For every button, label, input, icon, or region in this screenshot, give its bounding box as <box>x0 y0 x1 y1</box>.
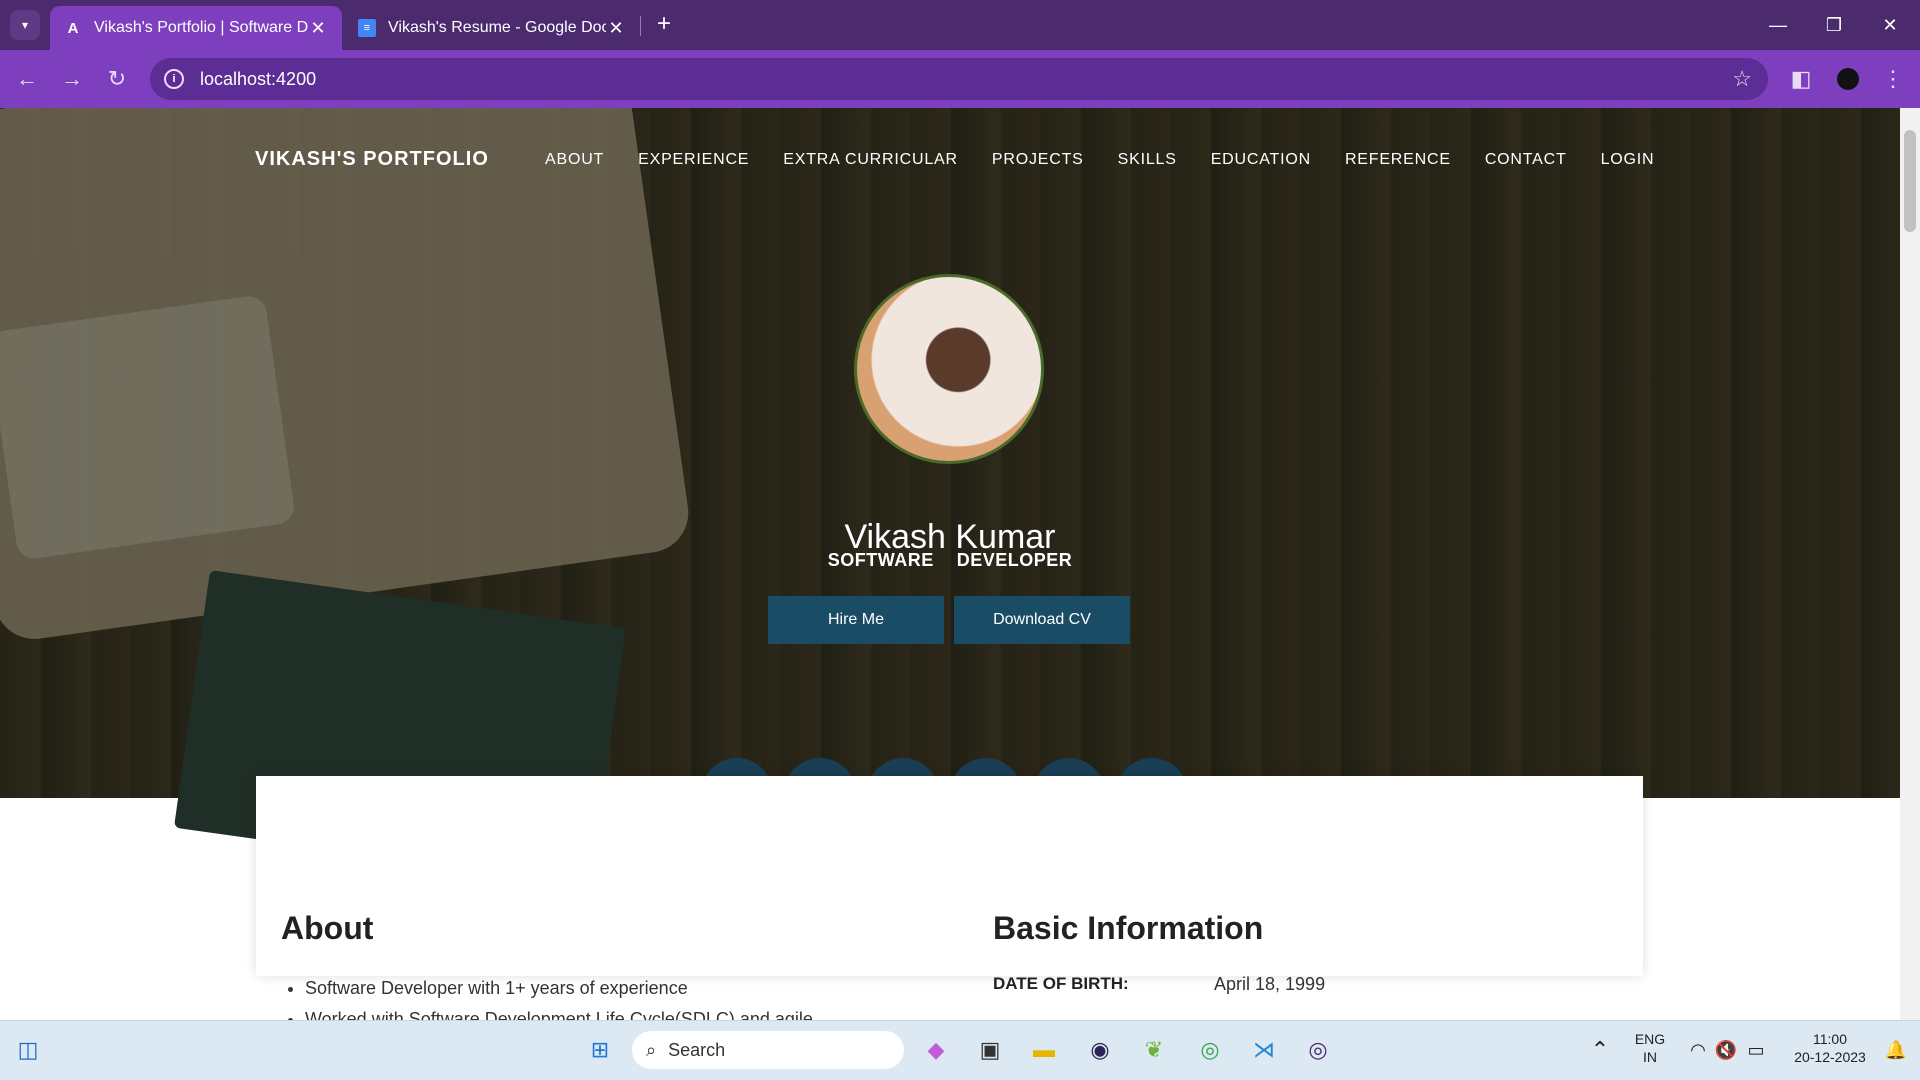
profile-avatar[interactable] <box>1831 62 1865 96</box>
notification-bell-icon[interactable]: 🔔 <box>1878 1032 1914 1068</box>
docs-icon: ≡ <box>358 19 376 37</box>
close-tab-icon[interactable]: ✕ <box>606 18 626 39</box>
lang-text: ENG <box>1634 1031 1666 1047</box>
close-window-button[interactable]: ✕ <box>1862 0 1918 50</box>
nav-contact[interactable]: CONTACT <box>1485 151 1567 169</box>
dob-label: DATE OF BIRTH: <box>993 974 1129 993</box>
bookmark-star-icon[interactable]: ☆ <box>1732 66 1752 92</box>
new-tab-button[interactable]: + <box>650 10 678 38</box>
nav-about[interactable]: ABOUT <box>545 151 604 169</box>
scrollbar-thumb[interactable] <box>1904 130 1916 232</box>
close-tab-icon[interactable]: ✕ <box>308 18 328 39</box>
page-scrollbar[interactable] <box>1900 108 1920 1020</box>
angular-icon: A <box>67 19 79 37</box>
widgets-icon[interactable]: ◫ <box>10 1032 46 1068</box>
date-text: 20-12-2023 <box>1794 1049 1866 1065</box>
brand-logo[interactable]: VIKASH'S PORTFOLIO <box>255 148 489 171</box>
copilot-icon[interactable]: ◆ <box>918 1032 954 1068</box>
hire-me-button[interactable]: Hire Me <box>768 596 944 644</box>
file-explorer-icon[interactable]: ▬ <box>1026 1032 1062 1068</box>
spring-tool-icon[interactable]: ❦ <box>1136 1032 1172 1068</box>
profile-photo <box>854 274 1044 464</box>
side-panel-icon[interactable]: ◧ <box>1784 62 1818 96</box>
about-card <box>256 776 1643 976</box>
nav-reference[interactable]: REFERENCE <box>1345 151 1451 169</box>
vscode-icon[interactable]: ⋊ <box>1246 1032 1282 1068</box>
download-cv-button[interactable]: Download CV <box>954 596 1130 644</box>
basic-info-heading: Basic Information <box>993 910 1264 946</box>
tab-title: Vikash's Resume - Google Docs <box>388 19 606 36</box>
clock[interactable]: 11:00 20-12-2023 <box>1780 1030 1880 1066</box>
reload-icon[interactable]: ↻ <box>100 62 134 96</box>
nav-extra-curricular[interactable]: EXTRA CURRICULAR <box>783 151 958 169</box>
tray-chevron-up-icon[interactable]: ⌃ <box>1582 1032 1618 1068</box>
task-view-icon[interactable]: ▣ <box>972 1032 1008 1068</box>
dob-value: April 18, 1999 <box>1214 974 1326 994</box>
list-item: Software Developer with 1+ years of expe… <box>305 978 813 999</box>
time-text: 11:00 <box>1813 1031 1847 1047</box>
chrome-profile-icon[interactable]: ◎ <box>1300 1032 1336 1068</box>
back-icon[interactable]: ← <box>10 62 44 96</box>
about-heading: About <box>281 910 374 946</box>
nav-education[interactable]: EDUCATION <box>1211 151 1311 169</box>
tab-separator <box>640 16 641 36</box>
tab-search-button[interactable]: ▾ <box>10 10 40 40</box>
tab-portfolio[interactable]: A Vikash's Portfolio | Software De ✕ <box>50 6 342 50</box>
restore-button[interactable]: ❐ <box>1806 0 1862 50</box>
menu-icon[interactable]: ⋮ <box>1876 62 1910 96</box>
address-bar[interactable]: i localhost:4200 ☆ <box>150 58 1768 100</box>
start-icon[interactable]: ⊞ <box>582 1032 618 1068</box>
nav-projects[interactable]: PROJECTS <box>992 151 1084 169</box>
hero-section: VIKASH'S PORTFOLIO ABOUT EXPERIENCE EXTR… <box>0 108 1900 886</box>
battery-icon[interactable]: ▭ <box>1738 1032 1774 1068</box>
nav-login[interactable]: LOGIN <box>1601 151 1655 169</box>
minimize-button[interactable]: — <box>1750 0 1806 50</box>
taskbar-search[interactable]: ⌕ Search <box>632 1031 904 1069</box>
nav-experience[interactable]: EXPERIENCE <box>638 151 749 169</box>
chrome-icon[interactable]: ◎ <box>1192 1032 1228 1068</box>
tab-resume[interactable]: ≡ Vikash's Resume - Google Docs ✕ <box>344 6 640 50</box>
eclipse-icon[interactable]: ◉ <box>1082 1032 1118 1068</box>
search-placeholder: Search <box>668 1039 726 1060</box>
search-icon: ⌕ <box>646 1039 657 1060</box>
navbar: VIKASH'S PORTFOLIO ABOUT EXPERIENCE EXTR… <box>255 148 1654 171</box>
forward-icon[interactable]: → <box>55 62 89 96</box>
language-indicator[interactable]: ENG IN <box>1632 1030 1668 1066</box>
nav-skills[interactable]: SKILLS <box>1118 151 1177 169</box>
region-text: IN <box>1643 1049 1657 1065</box>
url-text: localhost:4200 <box>200 68 317 89</box>
nav-links: ABOUT EXPERIENCE EXTRA CURRICULAR PROJEC… <box>545 151 1688 169</box>
site-info-icon[interactable]: i <box>164 69 184 89</box>
tab-title: Vikash's Portfolio | Software De <box>94 19 308 36</box>
profile-role: SOFTWARE DEVELOPER <box>827 550 1073 570</box>
